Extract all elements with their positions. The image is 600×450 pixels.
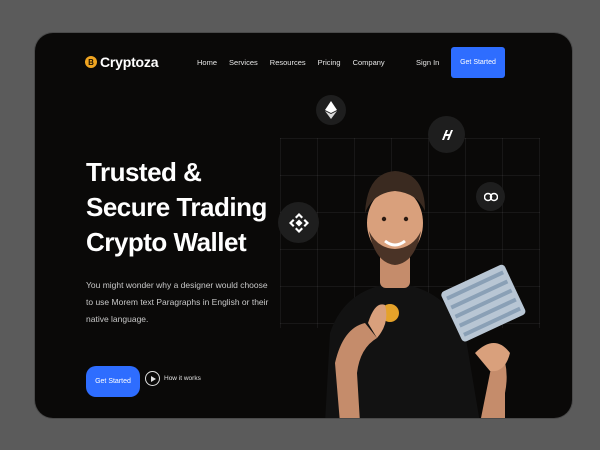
browser-frame: B Cryptoza Home Services Resources Prici… (35, 33, 572, 418)
bitcoin-logo-icon: B (85, 56, 97, 68)
ethereum-icon (325, 101, 337, 119)
binance-icon (288, 212, 309, 233)
hedera-bubble (476, 182, 505, 211)
harmony-icon (441, 129, 453, 140)
play-icon (145, 371, 160, 386)
how-it-works-button[interactable]: How it works (145, 371, 201, 386)
brand-name: Cryptoza (100, 54, 159, 70)
get-started-nav-button[interactable]: Get Started (451, 47, 505, 78)
nav-item-pricing[interactable]: Pricing (318, 58, 341, 67)
hero-person-image (325, 171, 526, 418)
headline-line-1: Trusted & (86, 157, 202, 187)
nav-item-resources[interactable]: Resources (270, 58, 306, 67)
ethereum-bubble (316, 95, 346, 125)
hedera-icon (483, 192, 498, 201)
hero-description: You might wonder why a designer would ch… (86, 280, 269, 324)
brand-logo[interactable]: B Cryptoza (85, 54, 158, 70)
headline-line-3: Crypto Wallet (86, 227, 247, 257)
nav-item-home[interactable]: Home (197, 58, 217, 67)
headline-line-2: Secure Trading (86, 192, 267, 222)
harmony-bubble (428, 116, 465, 153)
how-it-works-label: How it works (164, 375, 201, 382)
binance-bubble (278, 202, 319, 243)
nav-item-services[interactable]: Services (229, 58, 258, 67)
sign-in-link[interactable]: Sign In (416, 58, 439, 67)
nav-item-company[interactable]: Company (353, 58, 385, 67)
main-nav: Home Services Resources Pricing Company (197, 58, 385, 67)
get-started-hero-button[interactable]: Get Started (86, 366, 140, 397)
hero-headline: Trusted & Secure Trading Crypto Wallet (86, 155, 267, 260)
